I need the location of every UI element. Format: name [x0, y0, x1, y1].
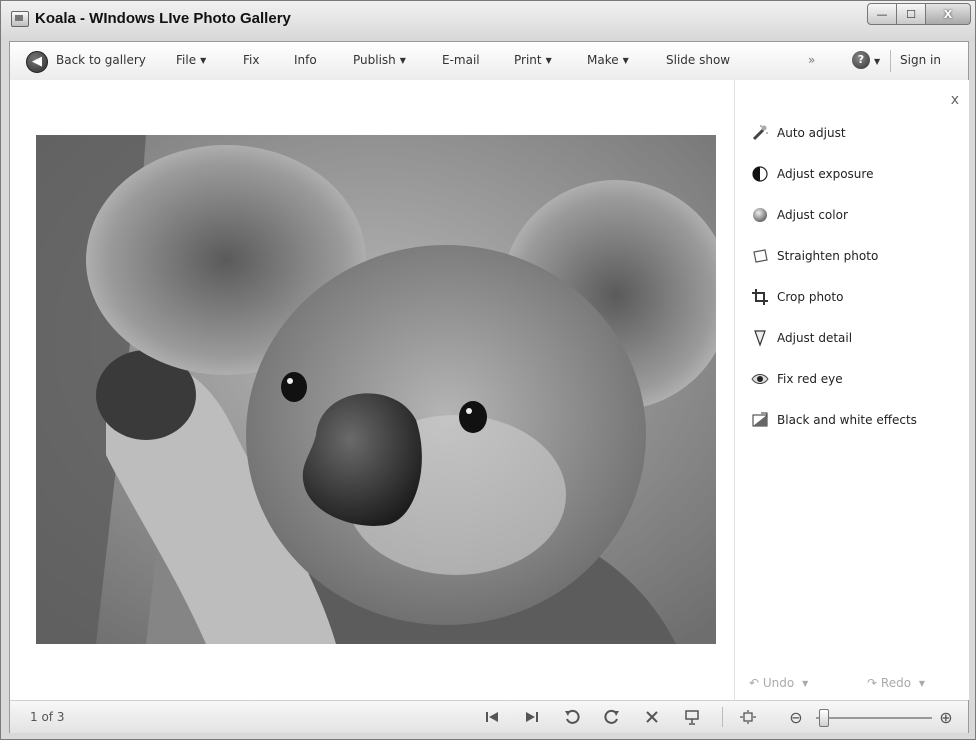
maximize-icon: ☐ [906, 7, 916, 21]
crop-photo-label: Crop photo [777, 290, 844, 304]
auto-adjust-button[interactable]: Auto adjust [751, 122, 846, 144]
bw-effects-icon [752, 412, 768, 427]
actual-size-icon[interactable] [738, 707, 758, 727]
slideshow-icon[interactable] [682, 707, 702, 727]
adjust-color-label: Adjust color [777, 208, 848, 222]
next-photo-icon[interactable] [522, 707, 542, 727]
straighten-photo-label: Straighten photo [777, 249, 879, 263]
redo-label: Redo [880, 676, 912, 690]
file-menu[interactable]: File ▼ [176, 53, 206, 67]
rotate-right-icon[interactable] [602, 707, 622, 727]
adjust-exposure-label: Adjust exposure [777, 167, 874, 181]
rotate-left-icon[interactable] [562, 707, 582, 727]
app-icon[interactable] [11, 11, 29, 27]
color-ball-icon [753, 208, 767, 222]
adjust-color-button[interactable]: Adjust color [751, 204, 848, 226]
fix-red-eye-label: Fix red eye [777, 372, 843, 386]
sign-in-link[interactable]: Sign in [900, 53, 941, 67]
make-menu[interactable]: Make ▼ [587, 53, 629, 67]
more-commands-button[interactable]: » [808, 53, 815, 67]
print-menu[interactable]: Print ▼ [514, 53, 552, 67]
fix-button[interactable]: Fix [243, 53, 259, 67]
help-icon[interactable]: ? [852, 51, 870, 69]
photo-counter: 1 of 3 [30, 710, 65, 724]
fix-red-eye-button[interactable]: Fix red eye [751, 368, 843, 390]
adjust-detail-button[interactable]: Adjust detail [751, 327, 852, 349]
black-and-white-effects-button[interactable]: Black and white effects [751, 409, 917, 431]
command-bar: ◀ Back to gallery File ▼ Fix Info Publish… [10, 42, 968, 81]
minimize-icon: — [876, 7, 888, 21]
zoom-slider-track[interactable] [816, 717, 932, 719]
slide-show-button[interactable]: Slide show [666, 53, 730, 67]
status-bar: 1 of 3 ⊖ ⊕ [10, 700, 968, 733]
delete-icon[interactable] [642, 707, 662, 727]
chevron-down-icon: ▼ [874, 57, 881, 66]
back-arrow-icon[interactable]: ◀ [26, 51, 48, 73]
undo-icon: ↶ [749, 676, 760, 690]
close-button[interactable]: X [925, 3, 971, 25]
file-menu-label: File [176, 53, 197, 67]
chevron-down-icon: ▼ [399, 56, 406, 65]
zoom-slider-thumb[interactable] [819, 709, 830, 727]
close-icon: X [943, 7, 953, 21]
eye-icon [751, 374, 769, 384]
main-frame: ◀ Back to gallery File ▼ Fix Info Publish… [9, 41, 969, 733]
redo-icon: ↷ [867, 676, 878, 690]
koala-image [36, 135, 716, 644]
chevron-down-icon: ▼ [622, 56, 629, 65]
back-to-gallery-button[interactable]: Back to gallery [56, 53, 146, 67]
toolbar-divider [890, 50, 891, 72]
crop-photo-button[interactable]: Crop photo [751, 286, 843, 308]
zoom-out-icon[interactable]: ⊖ [786, 707, 806, 727]
photo-viewer: x Auto adjust Adjust exposure Adjust col… [10, 80, 969, 700]
fix-panel: x Auto adjust Adjust exposure Adjust col… [734, 80, 969, 700]
close-panel-icon[interactable]: x [951, 92, 959, 108]
crop-icon [752, 289, 768, 305]
adjust-exposure-button[interactable]: Adjust exposure [751, 163, 873, 185]
koala-photo[interactable] [36, 135, 716, 644]
maximize-button[interactable]: ☐ [896, 3, 926, 25]
magic-wand-icon [752, 125, 768, 141]
status-divider [722, 707, 723, 727]
undo-button[interactable]: ↶ Undo ▼ [749, 676, 808, 690]
app-window: Koala - WIndows LIve Photo Gallery — ☐ X… [0, 0, 976, 740]
straighten-photo-button[interactable]: Straighten photo [751, 245, 878, 267]
caption-buttons: — ☐ X [867, 3, 971, 25]
info-button[interactable]: Info [294, 53, 317, 67]
publish-menu-label: Publish [353, 53, 396, 67]
help-chevron-down-icon[interactable]: ▼ [874, 54, 880, 68]
minimize-button[interactable]: — [867, 3, 897, 25]
previous-photo-icon[interactable] [482, 707, 502, 727]
title-bar[interactable]: Koala - WIndows LIve Photo Gallery — ☐ X [1, 1, 975, 41]
make-menu-label: Make [587, 53, 619, 67]
half-circle-icon [752, 166, 768, 182]
straighten-icon [753, 249, 768, 263]
print-menu-label: Print [514, 53, 542, 67]
chevron-down-icon: ▼ [802, 679, 809, 688]
zoom-in-icon[interactable]: ⊕ [936, 707, 956, 727]
adjust-detail-label: Adjust detail [777, 331, 853, 345]
detail-icon [754, 330, 766, 347]
window-title: Koala - WIndows LIve Photo Gallery [35, 10, 291, 27]
email-button[interactable]: E-mail [442, 53, 480, 67]
chevron-down-icon: ▼ [918, 679, 926, 688]
publish-menu[interactable]: Publish ▼ [353, 53, 406, 67]
auto-adjust-label: Auto adjust [777, 126, 846, 140]
undo-label: Undo [762, 676, 795, 690]
redo-button[interactable]: ↷ Redo ▼ [867, 676, 925, 690]
chevron-down-icon: ▼ [200, 56, 207, 65]
black-and-white-effects-label: Black and white effects [777, 413, 917, 427]
chevron-down-icon: ▼ [545, 56, 552, 65]
